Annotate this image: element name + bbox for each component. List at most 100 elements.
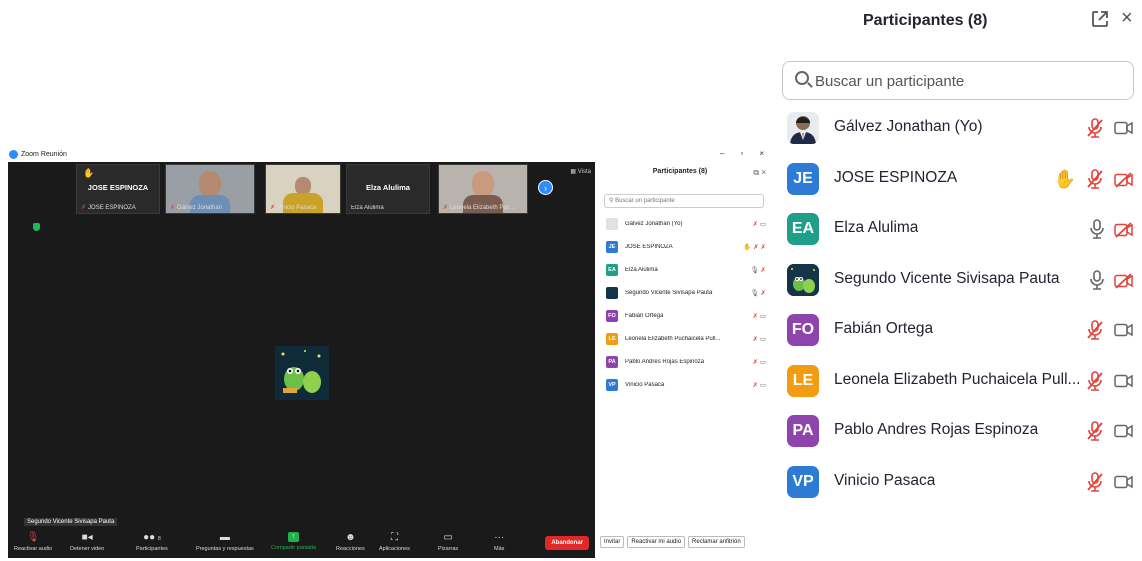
mic-muted-icon[interactable] <box>1086 118 1104 138</box>
row-status-icons: ✗ ▭ <box>752 382 766 389</box>
mic-muted-icon[interactable] <box>1086 421 1104 441</box>
search-input[interactable] <box>815 70 1115 92</box>
video-off-icon[interactable] <box>1114 222 1134 238</box>
claim-host-button[interactable]: Reclamar anfitrión <box>688 536 745 548</box>
participant-name: Segundo Vicente Sivisapa Pauta <box>834 269 1060 287</box>
avatar <box>606 287 618 299</box>
thumbnail-label: ✗ Vinicio Pasaca <box>270 205 317 211</box>
row-status-icons: ✗ ▭ <box>752 336 766 343</box>
participant-name: Vinicio Pasaca <box>834 471 936 489</box>
unmute-button[interactable]: 🎙 Reactivar audio <box>14 532 52 552</box>
video-off-icon[interactable] <box>1114 171 1134 188</box>
apps-button[interactable]: ⛶ Aplicaciones <box>379 532 410 552</box>
participant-status-icons <box>1086 370 1134 392</box>
participant-row[interactable]: JE JOSE ESPINOZA ✋ <box>775 157 1142 201</box>
small-panel-row[interactable]: Gálvez Jonathan (Yo) ✗ ▭ <box>606 217 766 231</box>
video-off-icon[interactable] <box>1114 272 1134 289</box>
avatar: PA <box>606 356 618 368</box>
whiteboard-button[interactable]: ▭ Pizarras <box>438 532 458 552</box>
small-panel-row[interactable]: Segundo Vicente Sivisapa Pauta 🎙 ✗ <box>606 286 766 300</box>
unmute-me-button[interactable]: Reactivar mi audio <box>627 536 686 548</box>
video-camera-icon: ■◂ <box>81 532 93 543</box>
mic-icon[interactable] <box>1090 269 1104 290</box>
avatar <box>787 263 819 296</box>
mic-muted-icon[interactable] <box>1086 370 1104 391</box>
small-panel-row[interactable]: PA Pablo Andres Rojas Espinoza ✗ ▭ <box>606 355 766 369</box>
close-window-icon[interactable]: × <box>759 149 764 158</box>
zoom-titlebar: Zoom Reunión <box>6 148 772 162</box>
thumbnail-tile[interactable]: ✗ Gálvez Jonathan <box>165 164 255 214</box>
participant-row[interactable]: LE Leonela Elizabeth Puchaicela Pull... <box>775 359 1142 403</box>
thumbnail-big-name: JOSE ESPINOZA <box>87 183 149 192</box>
participant-row[interactable]: Gálvez Jonathan (Yo) <box>775 106 1142 150</box>
video-camera-icon[interactable] <box>1114 374 1134 388</box>
participants-icon: ●● 8 <box>143 532 161 543</box>
mic-muted-icon[interactable] <box>1086 168 1104 189</box>
video-camera-icon[interactable] <box>1114 121 1134 135</box>
more-button[interactable]: ··· Más <box>494 532 504 552</box>
thumbnail-label: ✗ Leonela Elizabeth Puc... <box>443 205 515 211</box>
row-status-icons: 🎙 ✗ <box>750 290 766 297</box>
participant-status-icons <box>1086 117 1134 139</box>
participant-row[interactable]: PA Pablo Andres Rojas Espinoza <box>775 409 1142 453</box>
avatar: JE <box>606 241 618 253</box>
thumbnail-tile[interactable]: ✗ Leonela Elizabeth Puc... <box>438 164 528 214</box>
next-page-button[interactable]: › <box>538 180 553 195</box>
minimize-icon[interactable]: – <box>720 149 724 158</box>
row-status-icons: ✗ ▭ <box>752 313 766 320</box>
participant-row[interactable]: EA Elza Alulima <box>775 207 1142 251</box>
stop-video-button[interactable]: ■◂ Detener video <box>70 532 104 552</box>
close-icon[interactable]: × <box>1121 8 1133 28</box>
security-shield-icon[interactable] <box>33 223 40 231</box>
small-panel-row[interactable]: EA Elza Alulima 🎙 ✗ <box>606 263 766 277</box>
share-screen-button[interactable]: ↑ Compartir pantalla <box>271 532 316 551</box>
video-camera-icon[interactable] <box>1114 475 1134 489</box>
participant-name: JOSE ESPINOZA <box>834 168 958 186</box>
small-panel-row[interactable]: VP Vinicio Pasaca ✗ ▭ <box>606 378 766 392</box>
view-button[interactable]: ▦ Vista <box>570 168 591 175</box>
small-panel-title: Participantes (8) <box>652 168 708 175</box>
small-panel-buttons: Invitar Reactivar mi audio Reclamar anfi… <box>600 536 745 548</box>
thumbnail-tile[interactable]: ✗ Vinicio Pasaca <box>265 164 341 214</box>
avatar: EA <box>787 213 819 245</box>
small-panel-row[interactable]: FO Fabián Ortega ✗ ▭ <box>606 309 766 323</box>
qa-button[interactable]: ▬ Preguntas y respuestas <box>196 532 254 552</box>
row-status-icons: 🎙 ✗ <box>750 267 766 274</box>
thumbnail-label: Elza Alulima <box>351 205 384 211</box>
small-panel-row[interactable]: JE JOSE ESPINOZA ✋ ✗ ✗ <box>606 240 766 254</box>
participant-status-icons <box>1090 218 1134 240</box>
participant-name: Elza Alulima <box>834 219 919 236</box>
small-panel-popout-close-icons[interactable]: ⧉ × <box>753 168 766 178</box>
thumbnail-tile[interactable]: Elza Alulima Elza Alulima <box>346 164 430 214</box>
maximize-icon[interactable]: ▫ <box>740 149 743 158</box>
mic-muted-icon[interactable] <box>1086 471 1104 492</box>
video-camera-icon[interactable] <box>1114 424 1134 438</box>
mic-off-icon: ✗ <box>443 205 449 211</box>
video-camera-icon[interactable] <box>1114 323 1134 337</box>
small-panel-search[interactable]: ⚲ Buscar un participante <box>604 194 764 208</box>
zoom-meeting-window: Zoom Reunión ✋ JOSE ESPINOZA ✗ JOSE ESPIN… <box>6 148 772 558</box>
participants-button[interactable]: ●● 8 Participantes <box>136 532 168 552</box>
leave-button[interactable]: Abandonar <box>545 536 589 550</box>
participant-row[interactable]: Segundo Vicente Sivisapa Pauta <box>775 258 1142 302</box>
participant-name: Fabián Ortega <box>834 320 934 337</box>
share-screen-icon: ↑ <box>287 532 299 542</box>
avatar: JE <box>787 162 819 195</box>
reactions-button[interactable]: ☻ Reacciones <box>336 532 365 552</box>
mic-muted-icon[interactable] <box>1086 320 1104 340</box>
thumbnail-big-name: Elza Alulima <box>366 183 410 192</box>
thumbnail-tile[interactable]: ✋ JOSE ESPINOZA ✗ JOSE ESPINOZA <box>76 164 160 214</box>
row-status-icons: ✗ ▭ <box>752 221 766 228</box>
zoom-title: Zoom Reunión <box>9 150 67 159</box>
participant-row[interactable]: FO Fabián Ortega <box>775 308 1142 352</box>
participant-status-icons <box>1086 319 1134 341</box>
row-status-icons: ✗ ▭ <box>752 359 766 366</box>
invite-button[interactable]: Invitar <box>600 536 625 548</box>
small-panel-row[interactable]: LE Leonela Elizabeth Puchaicela Pull... … <box>606 332 766 346</box>
popout-icon[interactable] <box>1091 10 1109 33</box>
mic-icon[interactable] <box>1090 219 1104 239</box>
search-box[interactable] <box>782 61 1134 100</box>
participant-row[interactable]: VP Vinicio Pasaca <box>775 460 1142 504</box>
avatar: VP <box>606 379 618 391</box>
avatar: FO <box>606 310 618 322</box>
